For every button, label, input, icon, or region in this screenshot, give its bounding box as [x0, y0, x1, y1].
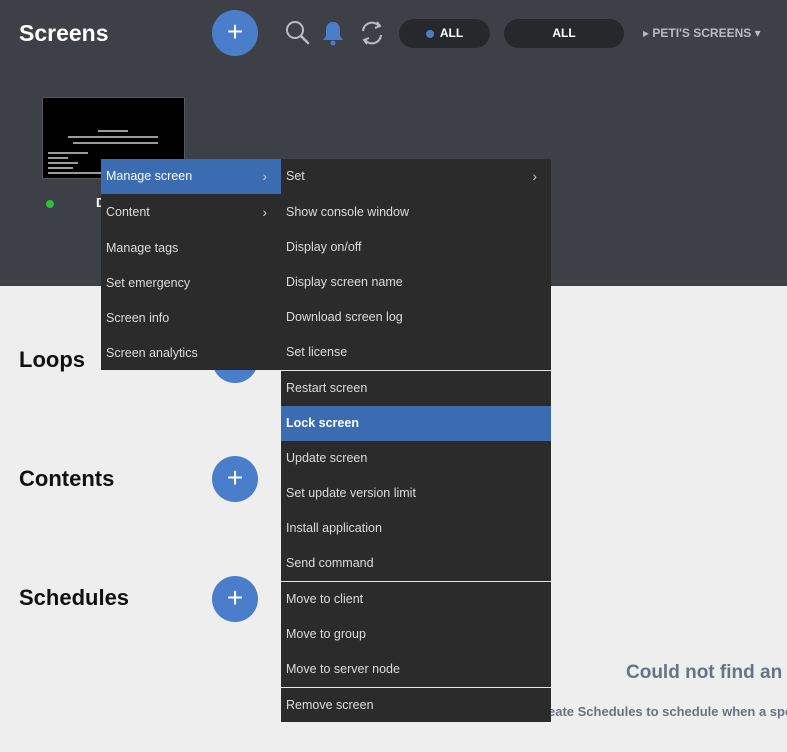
menu-item-label: Manage screen — [106, 169, 193, 183]
menu-item-label: Restart screen — [286, 381, 368, 395]
status-filter-pill[interactable]: ALL — [399, 19, 490, 48]
menu-item-label: Move to group — [286, 627, 366, 641]
chevron-right-icon: › — [532, 168, 537, 184]
contents-title: Contents — [19, 466, 115, 491]
submenu-item-display-onoff[interactable]: Display on/off — [281, 230, 551, 265]
submenu-item-update-screen[interactable]: Update screen — [281, 441, 551, 476]
refresh-icon[interactable] — [357, 18, 387, 48]
submenu-item-show-console[interactable]: Show console window — [281, 195, 551, 230]
menu-item-set-emergency[interactable]: Set emergency — [101, 266, 281, 301]
submenu-item-update-limit[interactable]: Set update version limit — [281, 476, 551, 511]
online-status-dot — [46, 200, 54, 208]
bell-icon[interactable] — [318, 18, 348, 48]
menu-item-label: Set emergency — [106, 276, 191, 290]
menu-item-label: Install application — [286, 521, 382, 535]
menu-item-label: Screen analytics — [106, 346, 198, 360]
menu-item-label: Manage tags — [106, 241, 179, 255]
menu-item-label: Move to client — [286, 592, 364, 606]
caret-down-icon: ▾ — [754, 26, 761, 40]
schedules-title: Schedules — [19, 585, 130, 610]
empty-state-subtitle: eate Schedules to schedule when a spe — [548, 704, 787, 719]
search-icon[interactable] — [283, 18, 313, 48]
menu-item-screen-analytics[interactable]: Screen analytics — [101, 336, 281, 371]
manage-screen-submenu: Set › Show console window Display on/off… — [281, 159, 551, 722]
chevron-right-icon: › — [262, 168, 267, 184]
submenu-item-lock-screen[interactable]: Lock screen — [281, 406, 551, 441]
group-filter-label: ALL — [552, 26, 576, 40]
status-dot-icon — [425, 29, 434, 38]
menu-item-label: Lock screen — [286, 416, 359, 430]
caret-right-icon: ▸ — [643, 26, 650, 40]
submenu-item-display-name[interactable]: Display screen name — [281, 265, 551, 300]
menu-item-label: Remove screen — [286, 698, 374, 712]
submenu-item-move-client[interactable]: Move to client — [281, 582, 551, 617]
menu-item-manage-tags[interactable]: Manage tags — [101, 231, 281, 266]
menu-item-label: Update screen — [286, 451, 368, 465]
group-filter-pill[interactable]: ALL — [504, 19, 624, 48]
submenu-item-restart[interactable]: Restart screen — [281, 371, 551, 406]
menu-item-screen-info[interactable]: Screen info — [101, 301, 281, 336]
menu-item-label: Send command — [286, 556, 374, 570]
menu-item-label: Screen info — [106, 311, 170, 325]
menu-item-label: Move to server node — [286, 662, 400, 676]
menu-item-content[interactable]: Content › — [101, 195, 281, 230]
submenu-item-send-command[interactable]: Send command — [281, 546, 551, 581]
chevron-right-icon: › — [262, 204, 267, 220]
page-title: Screens — [19, 20, 109, 46]
add-screen-button[interactable]: + — [212, 10, 258, 56]
empty-state-title: Could not find an — [626, 662, 783, 683]
menu-item-manage-screen[interactable]: Manage screen › — [101, 159, 281, 194]
submenu-item-download-log[interactable]: Download screen log — [281, 300, 551, 335]
context-menu: Manage screen › Content › Manage tags Se… — [101, 159, 281, 370]
submenu-item-move-group[interactable]: Move to group — [281, 617, 551, 652]
status-filter-label: ALL — [439, 26, 464, 40]
workspace-label: PETI'S SCREENS — [652, 26, 752, 40]
submenu-item-install-app[interactable]: Install application — [281, 511, 551, 546]
submenu-item-remove-screen[interactable]: Remove screen — [281, 688, 551, 723]
submenu-item-set[interactable]: Set › — [281, 159, 551, 194]
workspace-selector[interactable]: ▸ PETI'S SCREENS ▾ — [643, 26, 761, 40]
menu-item-label: Set update version limit — [286, 486, 416, 500]
submenu-item-move-server[interactable]: Move to server node — [281, 652, 551, 687]
menu-item-label: Download screen log — [286, 310, 403, 324]
menu-item-label: Set — [286, 169, 305, 183]
menu-item-label: Display on/off — [286, 240, 362, 254]
menu-item-label: Display screen name — [286, 275, 403, 289]
menu-item-label: Show console window — [286, 205, 409, 219]
loops-title: Loops — [19, 347, 85, 372]
menu-item-label: Set license — [286, 345, 348, 359]
add-content-button[interactable]: + — [212, 456, 258, 502]
add-schedule-button[interactable]: + — [212, 576, 258, 622]
submenu-item-set-license[interactable]: Set license — [281, 335, 551, 370]
menu-item-label: Content — [106, 205, 150, 219]
